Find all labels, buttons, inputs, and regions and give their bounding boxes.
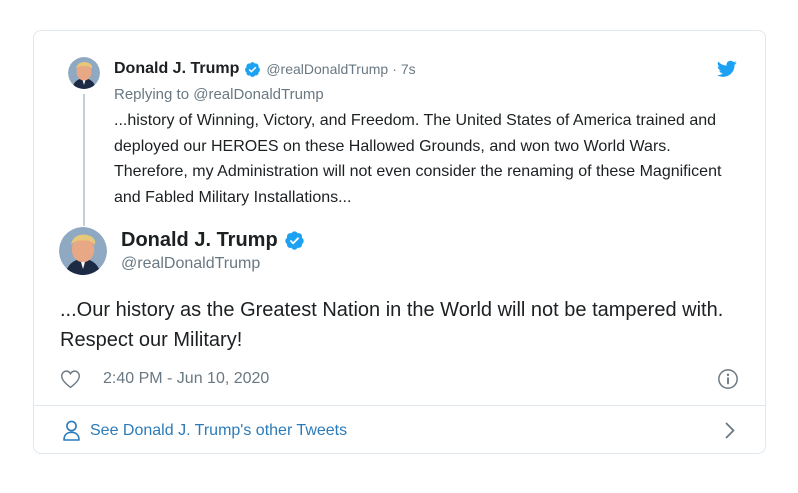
verified-badge-icon xyxy=(245,61,261,77)
thread-line xyxy=(83,94,85,226)
parent-timestamp[interactable]: 7s xyxy=(401,61,416,77)
other-tweets-link[interactable]: See Donald J. Trump's other Tweets xyxy=(34,406,765,455)
chevron-right-icon[interactable] xyxy=(725,422,735,439)
parent-handle[interactable]: @realDonaldTrump xyxy=(266,61,388,77)
main-name-row: Donald J. Trump xyxy=(121,229,305,252)
main-avatar[interactable] xyxy=(59,227,107,275)
main-handle[interactable]: @realDonaldTrump xyxy=(121,255,260,273)
tweet-meta: 2:40 PM - Jun 10, 2020 xyxy=(60,367,739,391)
embedded-tweet-card: Donald J. Trump @realDonaldTrump · 7s Re… xyxy=(33,30,766,454)
main-author-name[interactable]: Donald J. Trump xyxy=(121,229,278,252)
parent-author-name[interactable]: Donald J. Trump xyxy=(114,60,239,78)
parent-tweet[interactable]: Donald J. Trump @realDonaldTrump · 7s Re… xyxy=(34,31,765,226)
heart-icon[interactable] xyxy=(60,369,81,389)
replying-to-mention[interactable]: @realDonaldTrump xyxy=(193,86,324,103)
main-tweet-text: ...Our history as the Greatest Nation in… xyxy=(60,299,724,351)
footer-link-text[interactable]: See Donald J. Trump's other Tweets xyxy=(90,422,347,440)
separator-dot: · xyxy=(392,61,397,77)
tweet-timestamp[interactable]: 2:40 PM - Jun 10, 2020 xyxy=(103,370,269,388)
twitter-bird-icon[interactable] xyxy=(717,60,737,78)
info-icon[interactable] xyxy=(717,368,739,390)
person-icon xyxy=(63,420,80,441)
parent-header: Donald J. Trump @realDonaldTrump · 7s xyxy=(114,59,416,79)
verified-badge-icon xyxy=(284,231,304,250)
parent-tweet-text: ...history of Winning, Victory, and Free… xyxy=(114,112,722,206)
replying-to-prefix: Replying to xyxy=(114,86,190,103)
parent-avatar[interactable] xyxy=(68,57,100,89)
replying-to: Replying to @realDonaldTrump xyxy=(114,86,324,103)
